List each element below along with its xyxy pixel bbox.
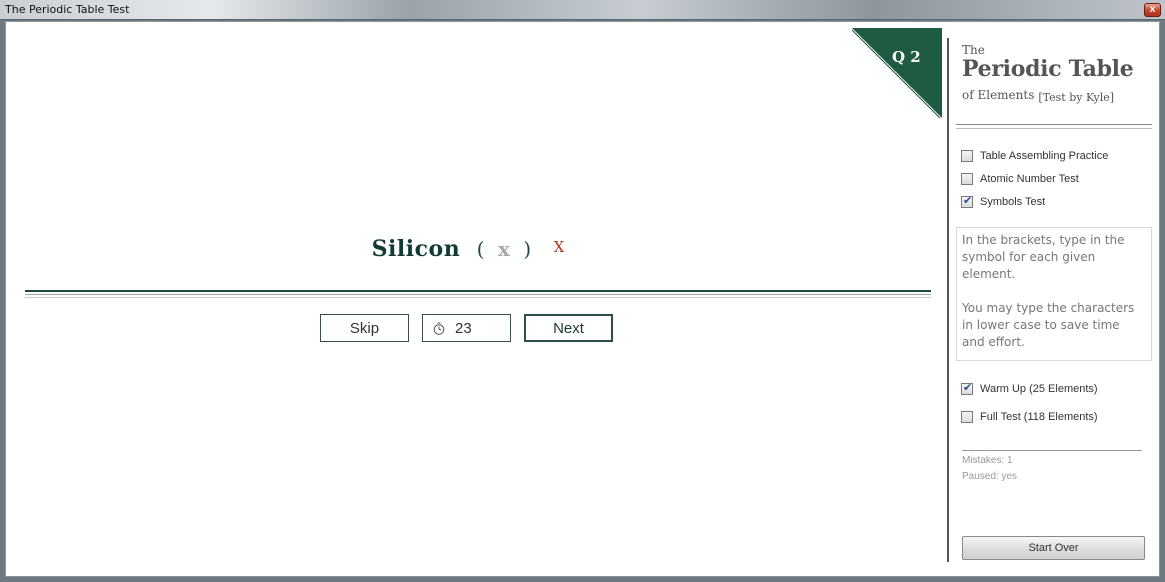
checkbox-label: Symbols Test <box>980 196 1046 208</box>
next-button[interactable]: Next <box>524 314 613 342</box>
element-name: Silicon <box>371 236 461 262</box>
quiz-panel: Q 2 Silicon ( ) X Skip 23 Next <box>6 22 948 576</box>
brand-subtitle: of Elements [Test by Kyle] <box>962 88 1115 104</box>
wrong-answer-mark: X <box>553 238 565 256</box>
checkbox-label: Atomic Number Test <box>980 173 1079 185</box>
checkbox-label: Warm Up (25 Elements) <box>980 383 1098 395</box>
question-controls: Skip 23 Next <box>6 314 948 344</box>
checkbox-box[interactable] <box>961 173 973 185</box>
close-bracket: ) <box>523 237 532 261</box>
settings-sidebar: The Periodic Table of Elements [Test by K… <box>950 22 1160 576</box>
full-test-checkbox[interactable]: Full Test (118 Elements) <box>961 409 1098 425</box>
timer-value: 23 <box>455 319 472 337</box>
brand-line-the: The <box>962 43 985 57</box>
mode-symbols-checkbox[interactable]: Symbols Test <box>961 194 1045 210</box>
divider-line <box>25 294 931 295</box>
mistakes-count: Mistakes: 1 <box>962 455 1013 466</box>
instructions-paragraph: In the brackets, type in the symbol for … <box>962 233 1125 281</box>
checkbox-box[interactable] <box>961 381 973 395</box>
close-window-button[interactable]: x <box>1144 3 1161 17</box>
skip-button[interactable]: Skip <box>320 314 409 342</box>
window-titlebar: The Periodic Table Test x <box>0 0 1165 20</box>
brand-title: Periodic Table <box>962 56 1134 82</box>
window-title: The Periodic Table Test <box>5 3 130 16</box>
instructions-paragraph: You may type the characters in lower cas… <box>962 301 1135 349</box>
divider-line <box>956 124 1152 125</box>
checkbox-label: Table Assembling Practice <box>980 150 1109 162</box>
open-bracket: ( <box>476 237 485 261</box>
panel-divider <box>947 38 949 562</box>
timer-display: 23 <box>422 314 511 342</box>
window-client-area: Q 2 Silicon ( ) X Skip 23 Next <box>5 21 1160 577</box>
divider-line <box>25 297 931 298</box>
brand-of-elements: of Elements <box>962 88 1035 102</box>
mode-table-assembling-checkbox[interactable]: Table Assembling Practice <box>961 148 1108 164</box>
divider-line <box>956 128 1152 129</box>
divider-line <box>25 290 931 292</box>
checkbox-box[interactable] <box>961 194 973 208</box>
question-line: Silicon ( ) X <box>6 236 930 262</box>
stopwatch-icon <box>433 322 445 335</box>
checkbox-box[interactable] <box>961 150 973 162</box>
start-over-button[interactable]: Start Over <box>962 536 1145 560</box>
question-number-ribbon <box>852 28 942 118</box>
instructions-box: In the brackets, type in the symbol for … <box>956 227 1152 361</box>
mode-atomic-number-checkbox[interactable]: Atomic Number Test <box>961 171 1079 187</box>
brand-byline: [Test by Kyle] <box>1038 91 1115 104</box>
paused-status: Paused: yes <box>962 471 1018 482</box>
divider-line <box>962 450 1142 451</box>
checkbox-label: Full Test (118 Elements) <box>980 411 1098 423</box>
warm-up-checkbox[interactable]: Warm Up (25 Elements) <box>961 381 1098 397</box>
question-number: Q 2 <box>892 48 921 66</box>
checkbox-box[interactable] <box>961 411 973 423</box>
symbol-answer-input[interactable] <box>488 237 519 261</box>
